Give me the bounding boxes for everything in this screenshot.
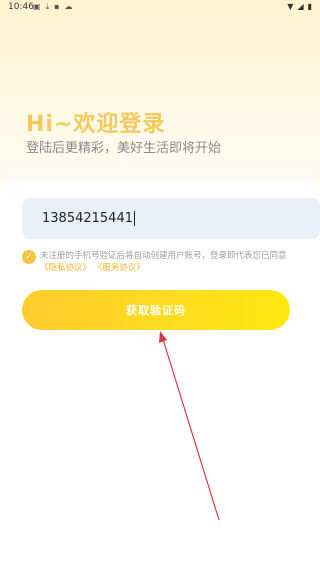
annotation-arrow-line [161,335,220,521]
annotation-arrow-head [159,331,167,343]
annotation-arrow [159,331,220,521]
